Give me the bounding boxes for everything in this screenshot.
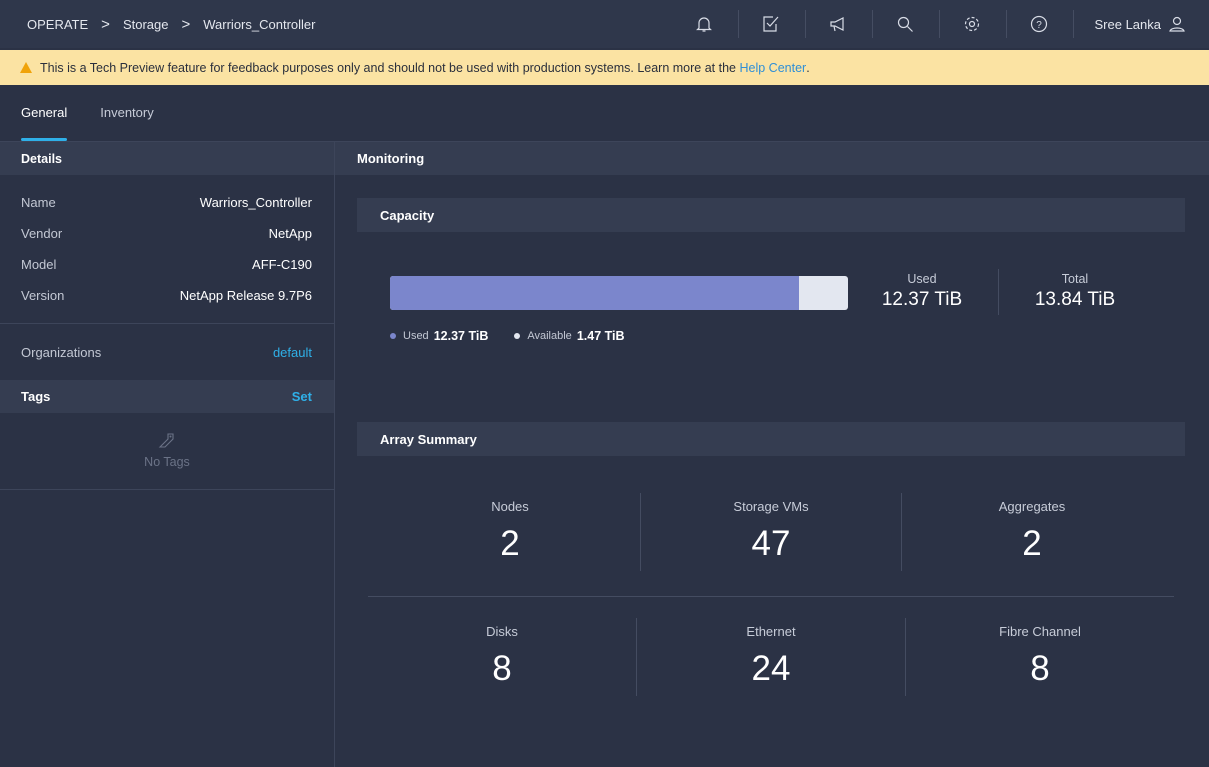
details-header: Details (0, 141, 334, 175)
tag-icon (158, 433, 174, 448)
disks-label: Disks (486, 624, 518, 639)
storage-vms-value: 47 (751, 524, 791, 563)
fibre-channel-label: Fibre Channel (999, 624, 1081, 639)
tags-header: Tags Set (0, 380, 334, 413)
total-stat-label: Total (1061, 272, 1089, 286)
megaphone-icon (830, 17, 844, 32)
detail-key: Vendor (21, 226, 63, 241)
detail-row-vendor: Vendor NetApp (0, 218, 334, 249)
search-button[interactable] (871, 0, 939, 48)
notifications-button[interactable] (671, 0, 738, 48)
details-panel: Details Name Warriors_Controller Vendor … (0, 141, 335, 767)
storage-vms-stat: Storage VMs 47 (641, 499, 901, 564)
breadcrumb: OPERATE > Storage > Warriors_Controller (0, 16, 315, 33)
ethernet-label: Ethernet (746, 624, 796, 639)
tech-preview-banner: This is a Tech Preview feature for feedb… (0, 50, 1209, 85)
organizations-label: Organizations (21, 344, 102, 360)
breadcrumb-current: Warriors_Controller (203, 16, 316, 32)
ethernet-stat: Ethernet 24 (641, 624, 901, 689)
legend-used-value: 12.37 TiB (433, 329, 489, 343)
nodes-label: Nodes (491, 499, 529, 514)
detail-key: Model (21, 257, 57, 272)
organization-link[interactable]: default (273, 345, 312, 360)
settings-button[interactable] (938, 0, 1006, 48)
banner-text: This is a Tech Preview feature for feedb… (40, 60, 736, 75)
breadcrumb-separator: > (181, 15, 191, 33)
detail-value: NetApp Release 9.7P6 (179, 288, 312, 303)
disks-stat: Disks 8 (372, 624, 632, 689)
detail-key: Version (21, 288, 65, 303)
help-center-link[interactable]: Help Center (739, 61, 806, 75)
announcements-button[interactable] (804, 0, 872, 48)
storage-vms-label: Storage VMs (733, 499, 809, 514)
used-stat: Used 12.37 TiB (862, 272, 982, 311)
ethernet-value: 24 (751, 649, 791, 688)
no-tags-text: No Tags (144, 455, 190, 469)
warning-icon (20, 62, 32, 73)
organizations-row: Organizations default (0, 324, 334, 380)
top-icons: ? Sree Lanka (671, 0, 1209, 48)
monitoring-header: Monitoring (335, 141, 1209, 175)
total-stat-value: 13.84 TiB (1034, 289, 1116, 310)
search-icon (897, 16, 913, 32)
detail-row-model: Model AFF-C190 (0, 249, 334, 280)
capacity-bar (390, 276, 848, 310)
tags-label: Tags (21, 389, 51, 404)
detail-key: Name (21, 195, 56, 210)
monitoring-panel: Monitoring Capacity Used 12.37 TiB Avail… (335, 141, 1209, 767)
banner-end: . (806, 60, 810, 75)
total-stat: Total 13.84 TiB (1015, 272, 1135, 311)
aggregates-label: Aggregates (998, 499, 1066, 514)
summary-divider (905, 618, 906, 696)
detail-value: NetApp (268, 226, 312, 241)
aggregates-value: 2 (1022, 524, 1042, 563)
top-bar: OPERATE > Storage > Warriors_Controller … (0, 0, 1209, 48)
user-menu[interactable]: Sree Lanka (1072, 0, 1209, 48)
bell-icon (696, 17, 712, 32)
used-legend-dot (390, 333, 396, 339)
available-legend-dot (514, 333, 521, 339)
fibre-channel-stat: Fibre Channel 8 (910, 624, 1170, 689)
tabs: General Inventory (0, 95, 166, 141)
summary-row-divider (368, 596, 1174, 597)
breadcrumb-separator: > (101, 15, 110, 33)
no-tags-placeholder: No Tags (0, 413, 334, 490)
checklist-icon (763, 16, 779, 32)
detail-value: AFF-C190 (252, 257, 312, 272)
summary-divider (636, 618, 637, 696)
tab-inventory[interactable]: Inventory (100, 95, 153, 141)
legend-available-value: 1.47 TiB (576, 329, 625, 343)
capacity-header: Capacity (357, 198, 1185, 232)
legend-used-label: Used (403, 330, 429, 342)
legend-available-label: Available (527, 330, 572, 342)
stat-divider (998, 269, 999, 315)
help-button[interactable]: ? (1005, 0, 1073, 48)
user-icon (1169, 16, 1185, 32)
user-name: Sree Lanka (1094, 16, 1162, 32)
tasks-button[interactable] (737, 0, 805, 48)
breadcrumb-storage[interactable]: Storage (123, 17, 169, 32)
help-icon: ? (1030, 15, 1048, 33)
detail-value: Warriors_Controller (199, 195, 312, 210)
gear-icon (964, 16, 980, 32)
fibre-channel-value: 8 (1030, 649, 1050, 688)
capacity-used-fill (390, 276, 800, 310)
nodes-stat: Nodes 2 (380, 499, 640, 564)
used-stat-value: 12.37 TiB (881, 289, 963, 310)
detail-row-version: Version NetApp Release 9.7P6 (0, 280, 334, 311)
array-summary-header: Array Summary (357, 422, 1185, 456)
svg-text:?: ? (1036, 20, 1042, 31)
capacity-legend: Used 12.37 TiB Available 1.47 TiB (390, 329, 651, 343)
aggregates-stat: Aggregates 2 (902, 499, 1162, 564)
detail-row-name: Name Warriors_Controller (0, 187, 334, 218)
breadcrumb-operate[interactable]: OPERATE (27, 17, 88, 32)
set-tags-button[interactable]: Set (292, 389, 312, 404)
tab-general[interactable]: General (21, 95, 68, 141)
disks-value: 8 (492, 649, 512, 688)
used-stat-label: Used (907, 272, 937, 286)
nodes-value: 2 (500, 524, 520, 563)
